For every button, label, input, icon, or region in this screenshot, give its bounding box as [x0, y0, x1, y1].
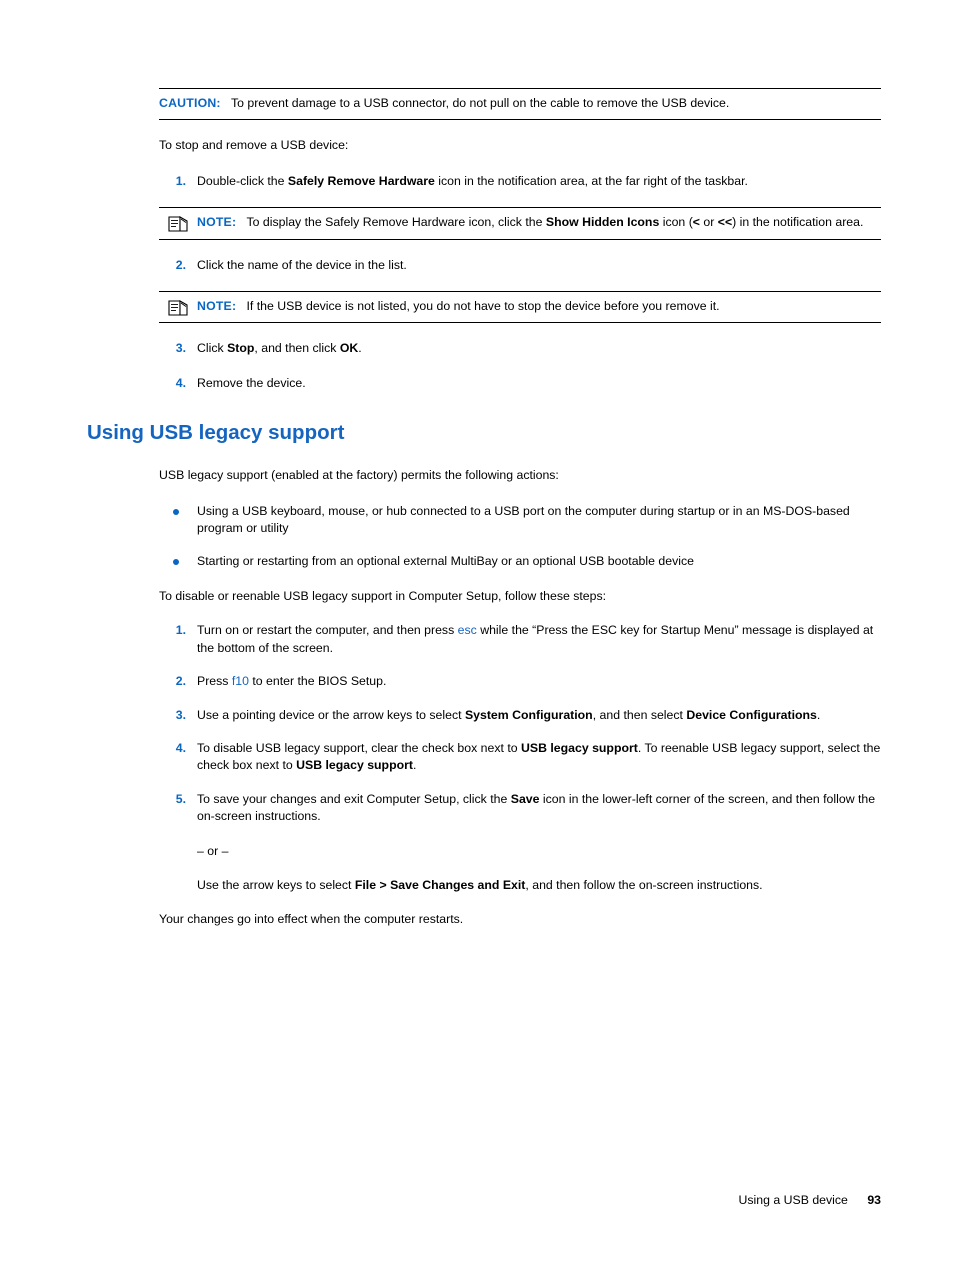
list-item-text: To disable USB legacy support, clear the…: [197, 740, 881, 773]
list-item-text: To save your changes and exit Computer S…: [197, 791, 876, 824]
note-one-body: To display the Safely Remove Hardware ic…: [246, 215, 864, 230]
alternate-instruction: Use the arrow keys to select File > Save…: [197, 877, 763, 892]
list-item-number: 1.: [175, 173, 186, 188]
list-item-text: Click the name of the device in the list…: [197, 257, 407, 272]
list-item: Starting or restarting from an optional …: [159, 553, 881, 570]
list-item-text: Double-click the Safely Remove Hardware …: [197, 173, 748, 188]
list-item: 4. Remove the device.: [159, 375, 881, 392]
list-item: 3. Use a pointing device or the arrow ke…: [159, 707, 881, 724]
list-item-text: Remove the device.: [197, 375, 306, 390]
or-separator: – or –: [197, 843, 229, 858]
page-content: CAUTION: To prevent damage to a USB conn…: [87, 88, 881, 929]
bullet-icon: [173, 559, 179, 566]
list-item-number: 2.: [175, 257, 186, 272]
list-item-text: Starting or restarting from an optional …: [197, 554, 694, 569]
page-footer: Using a USB device 93: [159, 1193, 881, 1207]
list-item-number: 2.: [175, 674, 186, 689]
list-item-text: Use a pointing device or the arrow keys …: [197, 707, 821, 722]
list-item: 2. Click the name of the device in the l…: [159, 257, 881, 274]
list-item-text: Using a USB keyboard, mouse, or hub conn…: [197, 503, 850, 536]
note-label: NOTE:: [197, 215, 237, 230]
setup-steps-list: 1. Turn on or restart the computer, and …: [159, 622, 881, 825]
note-icon: [167, 216, 189, 233]
note-label: NOTE:: [197, 299, 237, 314]
list-item: Using a USB keyboard, mouse, or hub conn…: [159, 503, 881, 538]
section-intro-paragraph: USB legacy support (enabled at the facto…: [159, 468, 559, 483]
list-item-text: Click Stop, and then click OK.: [197, 341, 362, 356]
list-item-number: 5.: [175, 791, 186, 806]
document-page: CAUTION: To prevent damage to a USB conn…: [0, 0, 954, 1270]
caution-block: CAUTION: To prevent damage to a USB conn…: [159, 88, 881, 121]
closing-paragraph: Your changes go into effect when the com…: [159, 912, 464, 927]
feature-bullet-list: Using a USB keyboard, mouse, or hub conn…: [159, 503, 881, 571]
list-item-number: 4.: [175, 375, 186, 390]
page-title: Using USB legacy support: [87, 421, 345, 445]
intro-paragraph: To stop and remove a USB device:: [159, 138, 349, 153]
note-two-text: NOTE: If the USB device is not listed, y…: [159, 298, 881, 315]
list-item-text: Turn on or restart the computer, and the…: [197, 623, 874, 655]
steps-list-one: 1. Double-click the Safely Remove Hardwa…: [159, 173, 881, 190]
list-item: 1. Turn on or restart the computer, and …: [159, 622, 881, 657]
list-item: 5. To save your changes and exit Compute…: [159, 791, 881, 826]
caution-label: CAUTION:: [159, 96, 221, 110]
list-item: 2. Press f10 to enter the BIOS Setup.: [159, 673, 881, 690]
list-item-number: 1.: [175, 623, 186, 638]
steps-list-two: 2. Click the name of the device in the l…: [159, 257, 881, 274]
footer-running-head: Using a USB device: [738, 1193, 848, 1207]
note-block-two: NOTE: If the USB device is not listed, y…: [159, 291, 881, 324]
caution-body: To prevent damage to a USB connector, do…: [230, 96, 730, 110]
note-block-one: NOTE: To display the Safely Remove Hardw…: [159, 207, 881, 240]
bullet-icon: [173, 508, 179, 515]
note-one-text: NOTE: To display the Safely Remove Hardw…: [159, 214, 881, 231]
caution-text: CAUTION: To prevent damage to a USB conn…: [159, 95, 881, 112]
note-icon: [167, 300, 189, 317]
list-item: 1. Double-click the Safely Remove Hardwa…: [159, 173, 881, 190]
list-item: 3. Click Stop, and then click OK.: [159, 340, 881, 357]
list-item-number: 3.: [175, 341, 186, 356]
list-item-text: Press f10 to enter the BIOS Setup.: [197, 674, 387, 689]
list-item: 4. To disable USB legacy support, clear …: [159, 740, 881, 775]
note-two-body: If the USB device is not listed, you do …: [246, 299, 720, 314]
steps-list-three: 3. Click Stop, and then click OK. 4. Rem…: [159, 340, 881, 392]
footer-page-number: 93: [867, 1193, 881, 1207]
list-item-number: 4.: [175, 740, 186, 755]
steps-intro-paragraph: To disable or reenable USB legacy suppor…: [159, 588, 607, 603]
list-item-number: 3.: [175, 707, 186, 722]
